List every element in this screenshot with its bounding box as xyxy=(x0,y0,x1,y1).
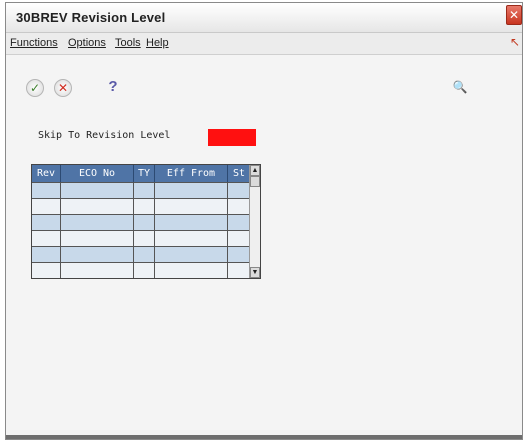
cell-ty[interactable] xyxy=(134,263,155,278)
cell-st[interactable] xyxy=(228,231,251,247)
skip-to-revision-label: Skip To Revision Level xyxy=(38,130,171,141)
cell-st[interactable] xyxy=(228,199,251,215)
status-bar xyxy=(6,435,522,439)
cell-eff-from[interactable] xyxy=(155,247,228,263)
cell-st[interactable] xyxy=(228,183,251,199)
menu-tools[interactable]: Tools xyxy=(115,37,141,49)
cell-st[interactable] xyxy=(228,247,251,263)
cell-ty[interactable] xyxy=(134,247,155,263)
table-row[interactable] xyxy=(32,230,251,247)
cell-rev[interactable] xyxy=(32,215,61,231)
cell-rev[interactable] xyxy=(32,263,61,278)
table-row[interactable] xyxy=(32,214,251,231)
cell-ty[interactable] xyxy=(134,215,155,231)
cell-eff-from[interactable] xyxy=(155,231,228,247)
cell-eco-no[interactable] xyxy=(61,247,134,263)
cell-eco-no[interactable] xyxy=(61,199,134,215)
scroll-up-button[interactable]: ▲ xyxy=(250,165,260,176)
column-header-st[interactable]: St xyxy=(228,165,251,182)
cell-rev[interactable] xyxy=(32,199,61,215)
column-header-rev[interactable]: Rev xyxy=(32,165,61,182)
cell-eco-no[interactable] xyxy=(61,215,134,231)
cell-st[interactable] xyxy=(228,215,251,231)
cell-ty[interactable] xyxy=(134,199,155,215)
cell-rev[interactable] xyxy=(32,247,61,263)
table-row[interactable] xyxy=(32,198,251,215)
cell-eff-from[interactable] xyxy=(155,215,228,231)
grid-scrollbar[interactable]: ▲ ▼ xyxy=(249,165,260,278)
magnifier-icon[interactable]: 🔍 xyxy=(452,79,468,95)
cell-rev[interactable] xyxy=(32,231,61,247)
title-bar: 30BREV Revision Level ✕ xyxy=(6,3,522,33)
cancel-icon[interactable]: ✕ xyxy=(54,79,72,97)
menu-help[interactable]: Help xyxy=(146,37,169,49)
check-icon[interactable]: ✓ xyxy=(26,79,44,97)
pin-icon[interactable]: ↖ xyxy=(510,35,520,49)
table-row[interactable] xyxy=(32,262,251,278)
cell-eco-no[interactable] xyxy=(61,263,134,278)
cell-ty[interactable] xyxy=(134,231,155,247)
menu-options[interactable]: Options xyxy=(68,37,106,49)
cell-eco-no[interactable] xyxy=(61,183,134,199)
cell-eff-from[interactable] xyxy=(155,183,228,199)
cell-eco-no[interactable] xyxy=(61,231,134,247)
revision-grid: Rev ECO No TY Eff From St ▲ ▼ xyxy=(31,164,261,279)
cell-eff-from[interactable] xyxy=(155,263,228,278)
scroll-thumb[interactable] xyxy=(250,176,260,187)
column-header-eff-from[interactable]: Eff From xyxy=(155,165,228,182)
cell-ty[interactable] xyxy=(134,183,155,199)
close-button[interactable]: ✕ xyxy=(506,5,522,25)
skip-to-revision-input[interactable] xyxy=(208,129,256,146)
menu-functions[interactable]: Functions xyxy=(10,37,58,49)
cell-rev[interactable] xyxy=(32,183,61,199)
close-icon: ✕ xyxy=(508,8,520,22)
help-icon[interactable]: ? xyxy=(105,79,121,95)
menu-bar: Functions Options Tools Help ↖ xyxy=(6,33,522,55)
revision-level-window: 30BREV Revision Level ✕ Functions Option… xyxy=(5,2,523,440)
cell-st[interactable] xyxy=(228,263,251,278)
table-row[interactable] xyxy=(32,182,251,199)
table-row[interactable] xyxy=(32,246,251,263)
window-title: 30BREV Revision Level xyxy=(16,10,166,25)
cell-eff-from[interactable] xyxy=(155,199,228,215)
column-header-ty[interactable]: TY xyxy=(134,165,155,182)
column-header-eco-no[interactable]: ECO No xyxy=(61,165,134,182)
grid-header: Rev ECO No TY Eff From St xyxy=(32,165,251,182)
scroll-down-button[interactable]: ▼ xyxy=(250,267,260,278)
